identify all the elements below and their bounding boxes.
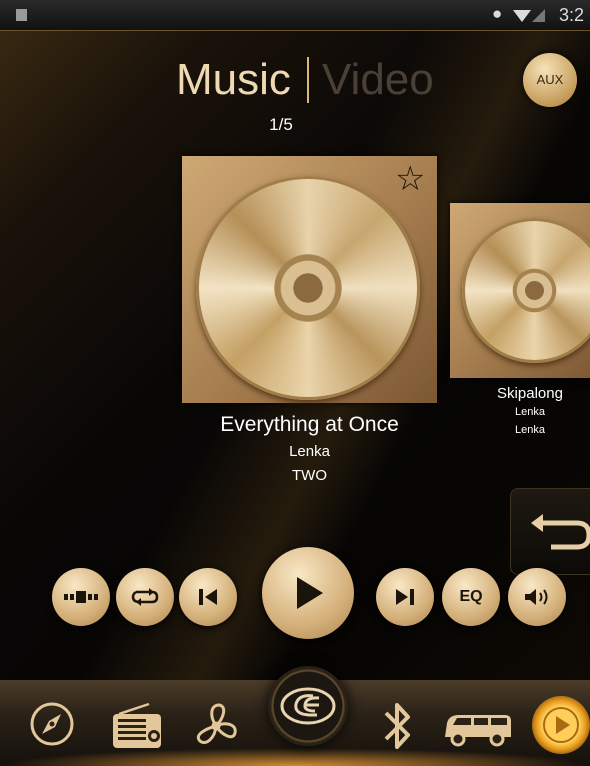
skip-previous-icon — [199, 589, 217, 605]
repeat-icon — [131, 588, 159, 606]
aux-button[interactable]: AUX — [523, 53, 577, 107]
vehicle-icon — [445, 715, 511, 747]
song-title: Skipalong — [497, 385, 563, 402]
song-album: TWO — [292, 467, 327, 484]
nav-vehicle-button[interactable] — [440, 706, 516, 750]
previous-button[interactable] — [179, 568, 237, 626]
compass-icon — [30, 702, 74, 746]
song-album: Lenka — [515, 424, 545, 436]
song-artist: Lenka — [289, 443, 330, 460]
nav-bluetooth-button[interactable] — [376, 696, 420, 756]
eq-label: EQ — [459, 588, 483, 605]
skip-next-icon — [396, 589, 414, 605]
tab-video[interactable]: Video — [322, 55, 434, 105]
next-button[interactable] — [376, 568, 434, 626]
song-title: Everything at Once — [220, 413, 399, 436]
play-icon — [297, 577, 323, 609]
nav-navigation-button[interactable] — [28, 700, 76, 748]
back-arrow-icon — [531, 514, 590, 550]
notification-icon — [16, 9, 27, 21]
nav-radio-button[interactable] — [108, 700, 166, 752]
song-artist: Lenka — [515, 406, 545, 418]
location-icon: ● — [492, 4, 503, 23]
shuffle-button[interactable] — [52, 568, 110, 626]
eq-button[interactable]: EQ — [442, 568, 500, 626]
tab-divider — [307, 57, 309, 103]
disc-icon — [462, 218, 590, 363]
radio-icon — [113, 702, 161, 748]
disc-icon — [196, 176, 420, 400]
album-cover-current[interactable]: ☆ — [182, 156, 437, 403]
bottom-glow — [0, 748, 590, 766]
status-clock: 3:2 — [559, 5, 585, 25]
volume-icon — [525, 589, 548, 605]
bluetooth-icon — [384, 703, 410, 749]
favorite-star-icon[interactable]: ☆ — [395, 162, 425, 196]
album-cover-next[interactable] — [450, 203, 590, 378]
music-player-screen: ● 3:2 Music Video 1/5 AUX ☆ Everything a… — [0, 0, 590, 766]
nav-media-icon-wrap — [541, 705, 581, 745]
signal-icon — [532, 9, 545, 22]
volume-button[interactable] — [508, 568, 566, 626]
nav-home-button[interactable] — [268, 666, 348, 746]
tab-music[interactable]: Music — [176, 55, 291, 105]
back-button[interactable] — [510, 488, 590, 575]
wifi-icon — [513, 10, 531, 22]
shuffle-icon — [64, 591, 98, 603]
play-button[interactable] — [262, 547, 354, 639]
home-logo-icon — [280, 687, 336, 725]
repeat-button[interactable] — [116, 568, 174, 626]
page-indicator: 1/5 — [269, 115, 293, 134]
media-play-icon — [543, 707, 579, 743]
nav-climate-button[interactable] — [190, 700, 242, 752]
status-bar: ● 3:2 — [0, 0, 590, 31]
fan-icon — [196, 703, 237, 744]
